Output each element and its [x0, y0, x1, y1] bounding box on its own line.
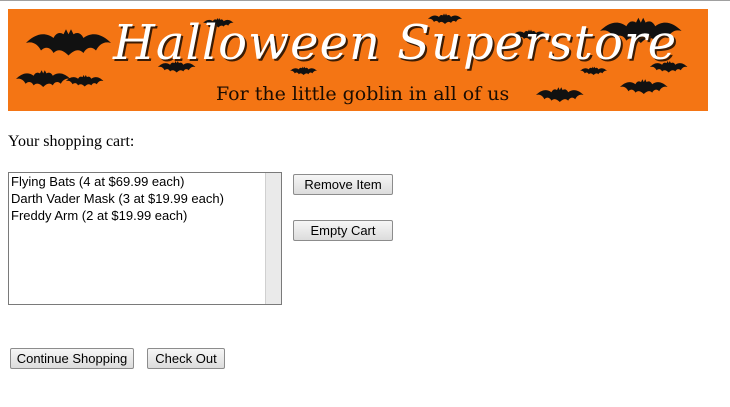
bat-icon [26, 29, 111, 56]
top-divider [0, 0, 730, 1]
page: Halloween Superstore For the little gobl… [0, 0, 730, 407]
cart-listbox[interactable]: Flying Bats (4 at $69.99 each) Darth Vad… [8, 172, 282, 305]
continue-shopping-button[interactable]: Continue Shopping [10, 348, 134, 369]
empty-cart-button[interactable]: Empty Cart [293, 220, 393, 241]
check-out-button[interactable]: Check Out [147, 348, 225, 369]
cart-label: Your shopping cart: [8, 133, 135, 150]
cart-items: Flying Bats (4 at $69.99 each) Darth Vad… [11, 174, 265, 225]
cart-item[interactable]: Freddy Arm (2 at $19.99 each) [11, 208, 265, 225]
cart-item[interactable]: Darth Vader Mask (3 at $19.99 each) [11, 191, 265, 208]
bat-icon [16, 70, 71, 87]
banner-title: Halloween Superstore [113, 15, 678, 71]
bat-icon [536, 87, 584, 102]
bat-icon [620, 79, 668, 94]
cart-scrollbar[interactable] [265, 173, 281, 304]
store-banner: Halloween Superstore For the little gobl… [8, 9, 708, 111]
bat-icon [66, 74, 104, 87]
cart-item[interactable]: Flying Bats (4 at $69.99 each) [11, 174, 265, 191]
remove-item-button[interactable]: Remove Item [293, 174, 393, 195]
banner-tagline: For the little goblin in all of us [216, 83, 510, 105]
